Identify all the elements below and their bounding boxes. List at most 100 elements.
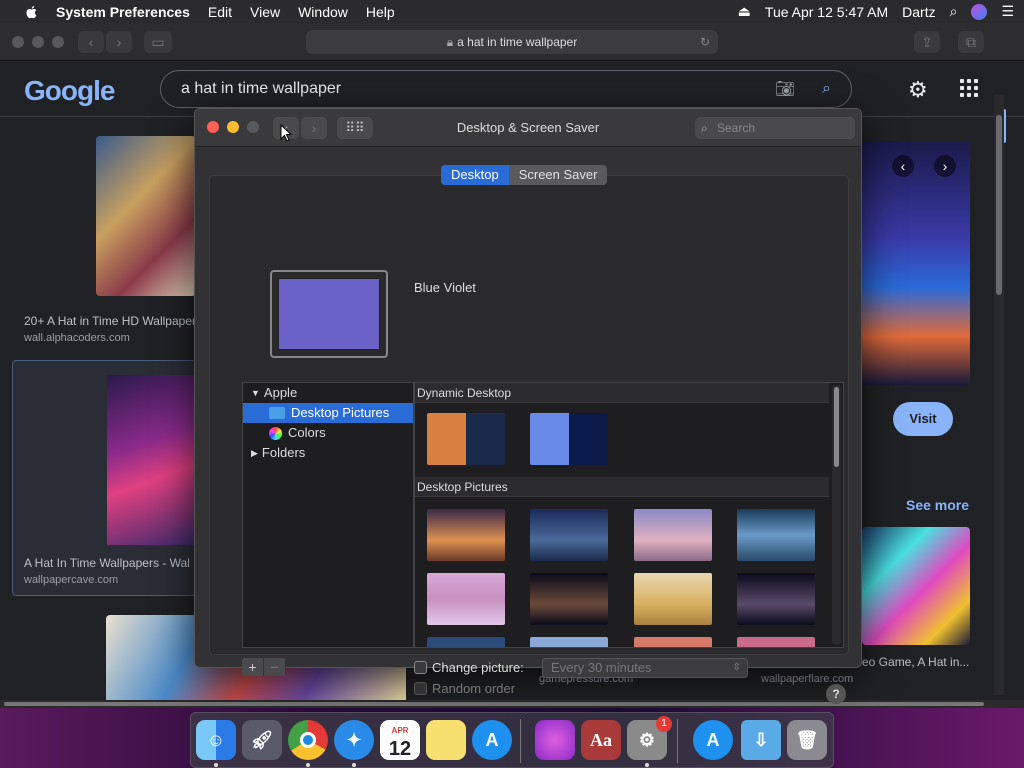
browser-close-button[interactable] (12, 36, 24, 48)
tab-screen-saver[interactable]: Screen Saver (508, 165, 608, 185)
wallpaper-thumb-2[interactable] (530, 509, 608, 561)
prefs-search-input[interactable]: ⌕ Search (695, 117, 855, 139)
wallpaper-thumb-8[interactable] (737, 573, 815, 625)
app-store-icon[interactable]: A (472, 720, 512, 760)
browser-zoom-button[interactable] (52, 36, 64, 48)
apple-icon[interactable] (24, 4, 40, 20)
reload-icon[interactable]: ↻ (700, 35, 710, 49)
dictionary-icon[interactable]: Aa (581, 720, 621, 760)
picture-grid: Dynamic Desktop Desktop Pictures (414, 382, 844, 648)
wallpaper-thumb-5[interactable] (427, 573, 505, 625)
wallpaper-thumb-solar-gradients[interactable] (530, 413, 608, 465)
related-source-2[interactable]: wallpaperflare.com (761, 673, 853, 685)
gear-icon[interactable]: ⚙ (908, 77, 928, 103)
wallpaper-thumb-10[interactable] (530, 637, 608, 647)
interval-popup[interactable]: Every 30 minutes ⇳ (542, 658, 748, 678)
launchpad-icon[interactable]: 🚀︎ (242, 720, 282, 760)
wallpaper-thumb-3[interactable] (634, 509, 712, 561)
search-icon: ⌕ (701, 121, 708, 135)
wallpaper-thumb-1[interactable] (427, 509, 505, 561)
notification-center-icon[interactable]: ☰ (1001, 3, 1014, 20)
source-group-apple[interactable]: ▼ Apple (243, 383, 413, 403)
tabs-overview-icon[interactable]: ⧉ (958, 31, 984, 53)
wallpaper-thumb-mojave-dynamic[interactable] (427, 413, 505, 465)
tab-desktop[interactable]: Desktop (441, 165, 509, 185)
page-horizontal-scrollbar[interactable] (0, 700, 1024, 708)
disclosure-closed-icon[interactable]: ▶ (251, 443, 258, 463)
chevron-updown-icon: ⇳ (732, 662, 741, 673)
help-button[interactable]: ? (826, 684, 846, 704)
result-source-1[interactable]: wall.alphacoders.com (24, 332, 130, 344)
source-group-folders-label: Folders (261, 445, 306, 460)
source-group-folders[interactable]: ▶ Folders (243, 443, 413, 463)
tab-bar: Desktop Screen Saver (441, 165, 608, 185)
finder-running-dot (214, 763, 218, 767)
menu-edit[interactable]: Edit (208, 4, 232, 20)
remove-folder-button[interactable]: − (264, 658, 286, 676)
downloads-folder-icon[interactable]: ⇩ (741, 720, 781, 760)
section-dynamic-desktop: Dynamic Desktop (415, 383, 829, 403)
result-source-2[interactable]: wallpapercave.com (24, 574, 118, 586)
random-order-checkbox[interactable] (414, 682, 427, 695)
picture-grid-scrollbar[interactable] (832, 385, 841, 645)
wallpaper-thumb-11[interactable] (634, 637, 712, 647)
menu-window[interactable]: Window (298, 4, 348, 20)
random-order-label: Random order (432, 681, 516, 696)
menu-help[interactable]: Help (366, 4, 395, 20)
desktop-preview-name: Blue Violet (414, 280, 476, 295)
menu-app-name[interactable]: System Preferences (56, 4, 190, 20)
google-search-input[interactable]: a hat in time wallpaper 📷︎ ⌕ (160, 70, 852, 108)
siri-icon[interactable] (971, 3, 988, 20)
visit-button[interactable]: Visit (893, 402, 953, 436)
finder-icon[interactable]: ☺ (196, 720, 236, 760)
preview-prev-icon[interactable]: ‹ (892, 155, 914, 177)
search-icon[interactable]: ⌕ (822, 80, 831, 98)
prefs-content-panel: Blue Violet ▼ Apple Desktop Pictures Colo… (209, 175, 849, 704)
related-caption[interactable]: eo Game, A Hat in... (862, 655, 970, 669)
menu-clock[interactable]: Tue Apr 12 5:47 AM (765, 4, 888, 20)
trash-icon[interactable]: 🗑︎ (787, 720, 827, 760)
google-logo[interactable]: Google (24, 75, 115, 107)
preview-next-icon[interactable]: › (934, 155, 956, 177)
result-image-1[interactable] (96, 136, 196, 296)
camera-icon[interactable]: 📷︎ (775, 79, 795, 99)
app-store-download-icon[interactable]: A (693, 720, 733, 760)
installer-icon[interactable] (535, 720, 575, 760)
result-title-2[interactable]: A Hat In Time Wallpapers - Wal (24, 556, 194, 570)
system-preferences-running-dot (645, 763, 649, 767)
browser-back-button[interactable]: ‹ (78, 31, 104, 53)
see-more-link[interactable]: See more (906, 497, 969, 513)
eject-icon[interactable]: ⏏ (738, 3, 751, 20)
wallpaper-thumb-6[interactable] (530, 573, 608, 625)
spotlight-icon[interactable]: ⌕ (950, 3, 958, 20)
wallpaper-thumb-9[interactable] (427, 637, 505, 647)
chrome-icon[interactable] (288, 720, 328, 760)
change-picture-label: Change picture: (432, 660, 524, 675)
safari-icon[interactable]: ✦ (334, 720, 374, 760)
browser-forward-button[interactable]: › (106, 31, 132, 53)
sidebar-toggle-icon[interactable]: ▭ (144, 31, 172, 53)
disclosure-open-icon[interactable]: ▼ (251, 383, 260, 403)
wallpaper-thumb-12[interactable] (737, 637, 815, 647)
related-image[interactable] (862, 527, 970, 645)
page-vertical-scrollbar[interactable] (994, 95, 1004, 695)
share-icon[interactable]: ⇪ (914, 31, 940, 53)
mouse-cursor-icon (280, 124, 292, 142)
address-bar[interactable]: 🔒︎ a hat in time wallpaper ↻ (306, 30, 718, 54)
source-item-desktop-pictures[interactable]: Desktop Pictures (243, 403, 413, 423)
menu-bar: System Preferences Edit View Window Help… (0, 0, 1024, 23)
menu-view[interactable]: View (250, 4, 280, 20)
add-folder-button[interactable]: + (242, 658, 264, 676)
menu-user[interactable]: Dartz (902, 4, 935, 20)
wallpaper-thumb-7[interactable] (634, 573, 712, 625)
result-image-2[interactable] (107, 375, 195, 545)
source-item-colors[interactable]: Colors (243, 423, 413, 443)
notes-icon[interactable] (426, 720, 466, 760)
preview-image[interactable]: ‹ › (862, 141, 970, 385)
browser-minimize-button[interactable] (32, 36, 44, 48)
change-picture-checkbox[interactable] (414, 661, 427, 674)
apps-grid-icon[interactable] (960, 79, 978, 97)
result-title-1[interactable]: 20+ A Hat in Time HD Wallpapers (24, 314, 194, 328)
wallpaper-thumb-4[interactable] (737, 509, 815, 561)
calendar-icon[interactable]: APR 12 (380, 720, 420, 760)
